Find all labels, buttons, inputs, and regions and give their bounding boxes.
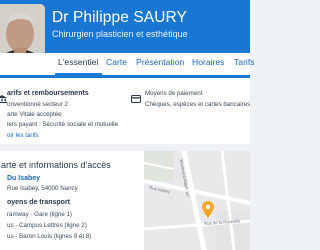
fees-line: arte Vitale acceptée	[7, 111, 62, 118]
tab-carte[interactable]: Carte	[106, 57, 127, 67]
bank-icon	[0, 90, 7, 103]
location-map[interactable]: Boulevard Albert 1er Rue Isabey Rue de l…	[144, 151, 250, 250]
fees-title: arifs et remboursements	[7, 90, 89, 97]
doctor-name: Dr Philippe SAURY	[52, 9, 187, 26]
payment-title: Moyens de paiement	[145, 90, 203, 97]
transport-line: ramway - Gare (ligne 1)	[7, 211, 72, 218]
place-name[interactable]: Du Isabey	[7, 175, 40, 182]
access-title: arte et informations d'accès	[1, 160, 111, 170]
tab-presentation[interactable]: Présentation	[136, 57, 184, 67]
tab-essentiel[interactable]: L'essentiel	[58, 57, 98, 67]
place-address: Rue Isabey, 54000 Nancy	[7, 185, 78, 192]
fees-line: onventionné secteur 2	[7, 101, 68, 108]
see-fees-link[interactable]: oir les tarifs	[7, 132, 39, 139]
profile-tabs: L'essentiel Carte Présentation Horaires …	[0, 53, 255, 75]
tab-horaires[interactable]: Horaires	[192, 57, 224, 67]
transport-line: us - Baron Louis (lignes 9 et 8)	[7, 233, 92, 240]
tab-tarifs[interactable]: Tarifs	[234, 57, 255, 67]
doctor-specialty: Chirurgien plasticien et esthétique	[52, 29, 188, 39]
active-tab-indicator	[55, 73, 102, 75]
card-icon	[131, 90, 141, 108]
fees-line: iers payant : Sécurité sociale et mutuel…	[7, 121, 119, 128]
transport-line: us - Campus Lettres (ligne 2)	[7, 222, 87, 229]
pin-icon[interactable]	[202, 201, 214, 223]
payment-methods: Chèques, espèces et cartes bancaires	[145, 101, 251, 108]
transport-title: oyens de transport	[7, 199, 71, 206]
